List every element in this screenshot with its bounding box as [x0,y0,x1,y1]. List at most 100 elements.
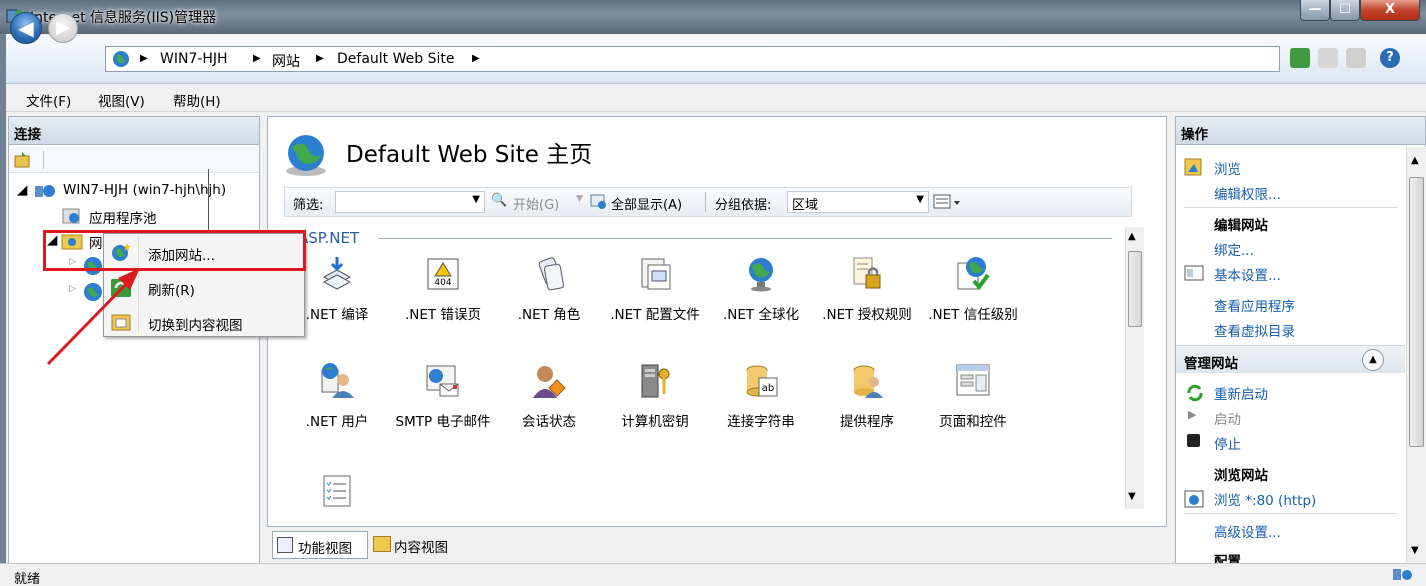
scroll-thumb[interactable] [1409,177,1424,447]
feature-more[interactable] [284,472,390,521]
feature-session-state[interactable]: 会话状态 [496,362,602,433]
action-start[interactable]: 启动 [1214,408,1241,428]
profile-icon [641,258,671,290]
session-icon [533,366,566,398]
manage-site-header: 管理网站 ▲ [1176,345,1405,373]
feature-net-users[interactable]: .NET 用户 [284,362,390,433]
users-icon [321,363,354,398]
action-stop[interactable]: 停止 [1214,433,1241,453]
group-by-value: 区域 [792,198,819,213]
actions-scrollbar[interactable]: ▲ ▼ [1406,147,1426,563]
new-connection-icon[interactable] [13,151,31,169]
filter-input[interactable]: ▼ [335,191,485,213]
action-bindings[interactable]: 绑定... [1214,239,1254,259]
feature-net-error-pages[interactable]: 404 .NET 错误页 [390,255,496,326]
feature-label: .NET 角色 [517,307,581,323]
vertical-scrollbar[interactable]: ▲ ▼ [1125,227,1144,509]
action-restart[interactable]: 重新启动 [1214,383,1268,403]
feature-smtp-email[interactable]: SMTP 电子邮件 [390,362,496,433]
smtp-icon [426,365,459,397]
action-basic-settings[interactable]: 基本设置... [1214,264,1281,284]
feature-providers[interactable]: 提供程序 [814,362,920,433]
feature-label: 页面和控件 [939,414,1007,430]
action-edit-permissions[interactable]: 编辑权限... [1214,183,1281,203]
filter-label: 筛选: [293,198,324,213]
feature-net-trust-levels[interactable]: .NET 信任级别 [920,255,1026,326]
tree-expander[interactable]: ◢ [17,182,27,198]
tab-label: 功能视图 [298,541,352,557]
feature-net-globalization[interactable]: .NET 全球化 [708,255,814,326]
back-button[interactable]: ◀ [10,12,42,44]
svg-text:404: 404 [434,278,451,288]
actions-title: 操作 [1176,117,1425,145]
scroll-thumb[interactable] [1128,251,1142,327]
menu-file[interactable]: 文件(F) [26,90,71,110]
context-refresh[interactable]: 刷新(R) [148,279,195,299]
trust-level-icon [957,257,990,291]
feature-label: 连接字符串 [727,414,795,430]
feature-label: .NET 全球化 [723,307,799,323]
basic-settings-icon [1184,265,1204,281]
action-view-virtual-dirs[interactable]: 查看虚拟目录 [1214,320,1295,340]
chevron-down-icon: ▼ [576,194,583,204]
roles-icon [538,257,564,291]
close-button[interactable]: X [1360,0,1420,21]
chevron-up-icon: ▲ [1411,155,1419,166]
feature-connection-strings[interactable]: ab 连接字符串 [708,362,814,433]
show-all-button[interactable]: 全部显示(A) [611,194,682,213]
address-segment-server[interactable]: WIN7-HJH [160,51,228,67]
tab-features-view[interactable]: 功能视图 [272,531,368,559]
status-text: 就绪 [14,572,41,586]
server-icon [35,185,55,197]
feature-net-authorization[interactable]: .NET 授权规则 [814,255,920,326]
address-segment-site[interactable]: Default Web Site [337,51,454,67]
feature-label: .NET 用户 [305,414,369,430]
feature-label: .NET 错误页 [405,307,481,323]
tree-item-app-pools[interactable]: 应用程序池 [89,207,157,227]
feature-pages-controls[interactable]: 页面和控件 [920,362,1026,433]
browse-http-icon [1184,490,1204,508]
home-icon[interactable] [1346,48,1366,68]
feature-net-roles[interactable]: .NET 角色 [496,255,602,326]
menu-view[interactable]: 视图(V) [98,90,145,110]
connect-icon[interactable] [1290,48,1310,68]
mail-icon[interactable] [1318,48,1338,68]
minimize-button[interactable]: — [1300,0,1330,21]
annotation-arrow [46,268,140,366]
help-icon[interactable]: ? [1380,48,1400,68]
section-manage-site: 管理网站 [1184,356,1238,372]
maximize-button[interactable]: ☐ [1330,0,1360,21]
start-filter-button[interactable]: 开始(G) [513,194,559,213]
action-browse-80[interactable]: 浏览 *:80 (http) [1214,489,1316,509]
site-globe-icon [286,135,326,176]
stop-icon [1187,434,1200,447]
tree-item-server[interactable]: WIN7-HJH (win7-hjh\hjh) [63,182,226,198]
collapse-icon[interactable]: ▲ [1362,349,1384,371]
action-browse[interactable]: 浏览 [1214,158,1241,178]
address-separator: ▶ [472,53,480,64]
feature-label: 会话状态 [522,414,576,430]
database-icon: ab [746,365,778,397]
chevron-down-icon: ▼ [1411,545,1419,556]
context-switch-content-view[interactable]: 切换到内容视图 [148,314,243,334]
section-configure: 配置 [1214,554,1241,564]
group-by-select[interactable]: 区域 ▼ [787,191,929,213]
page-title: Default Web Site 主页 [346,142,593,168]
feature-net-profile[interactable]: .NET 配置文件 [602,255,708,326]
feature-machine-key[interactable]: 计算机密钥 [602,362,708,433]
globe-icon [113,51,129,67]
view-toggle-icon[interactable] [933,193,963,211]
forward-button[interactable]: ▶ [48,13,78,43]
app-pool-icon [62,208,80,224]
connections-toolbar [9,147,259,173]
chevron-up-icon: ▲ [1128,231,1136,242]
address-bar[interactable]: ▶ WIN7-HJH ▶ 网站 ▶ Default Web Site ▶ [105,46,1280,72]
action-advanced-settings[interactable]: 高级设置... [1214,521,1281,541]
section-header: ASP.NET [298,229,360,247]
action-view-applications[interactable]: 查看应用程序 [1214,295,1295,315]
tab-content-view[interactable]: 内容视图 [371,531,467,559]
menu-help[interactable]: 帮助(H) [173,90,221,110]
address-segment-sites[interactable]: 网站 [272,51,300,71]
start-icon: ▶ [1188,408,1197,421]
chevron-down-icon: ▼ [1128,491,1136,502]
